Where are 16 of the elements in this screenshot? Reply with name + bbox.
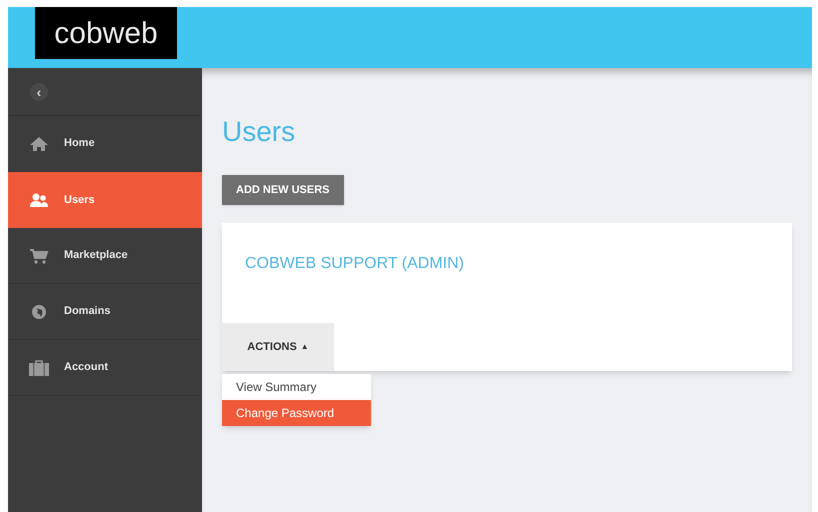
logo[interactable]: cobweb bbox=[35, 7, 177, 59]
users-icon bbox=[29, 192, 49, 208]
globe-icon bbox=[31, 304, 47, 320]
nav-label: Home bbox=[64, 136, 95, 152]
actions-button[interactable]: ACTIONS ▲ bbox=[222, 323, 334, 371]
page-title: Users bbox=[222, 118, 296, 146]
menu-item[interactable]: View Summary bbox=[222, 374, 371, 400]
nav-label: Domains bbox=[64, 304, 110, 320]
nav-label: Marketplace bbox=[64, 248, 128, 264]
nav-label: Users bbox=[64, 192, 95, 208]
nav-label: Account bbox=[64, 360, 108, 376]
briefcase-icon bbox=[28, 360, 50, 376]
collapse-button[interactable]: ‹ bbox=[30, 82, 48, 100]
add-users-button[interactable]: ADD NEW USERS bbox=[222, 175, 344, 205]
home-icon bbox=[29, 136, 49, 152]
cart-icon bbox=[29, 248, 49, 264]
